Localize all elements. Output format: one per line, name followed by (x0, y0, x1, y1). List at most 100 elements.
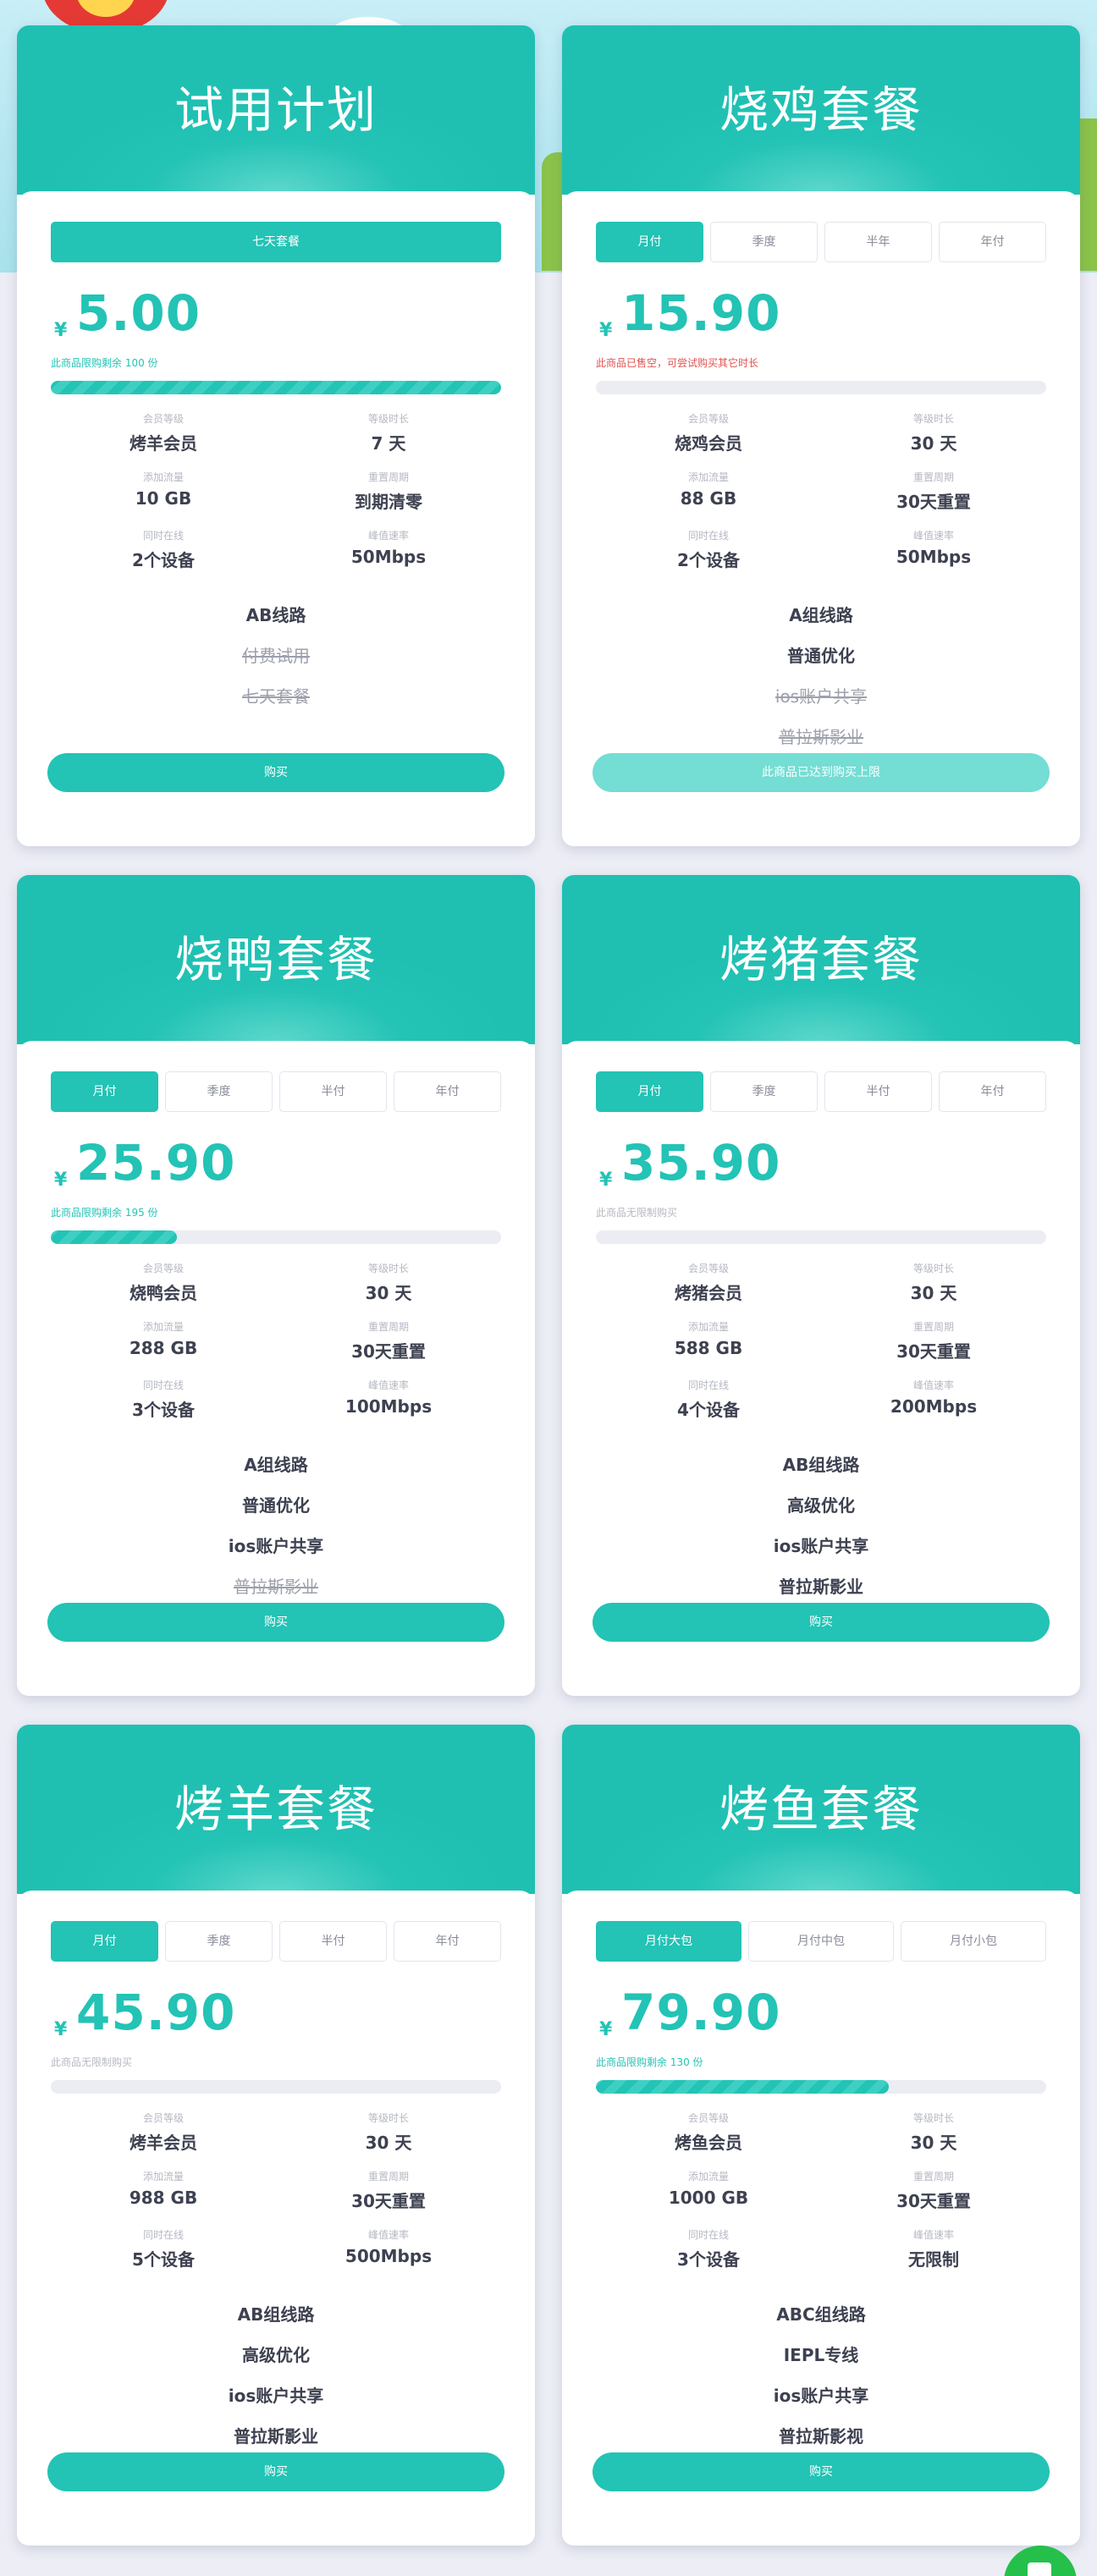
period-tab[interactable]: 月付小包 (901, 1921, 1046, 1962)
spec-value: 2个设备 (132, 550, 195, 570)
period-tab[interactable]: 月付 (596, 222, 703, 262)
feature-list: AB组线路 高级优化 ios账户共享 普拉斯影业 (596, 1445, 1046, 1607)
price-row: ¥25.90 (51, 1134, 501, 1193)
stock-note: 此商品已售空，可尝试购买其它时长 (596, 357, 759, 369)
spec-item: 添加流量 1000 GB (596, 2169, 821, 2212)
feature-item: 普拉斯影业 (234, 1577, 318, 1597)
card-header: 烧鸡套餐 (562, 25, 1080, 195)
card-header: 烤鱼套餐 (562, 1725, 1080, 1894)
spec-label: 会员等级 (687, 413, 729, 425)
period-tab[interactable]: 季度 (710, 1071, 818, 1112)
feature-item: ios账户共享 (775, 686, 868, 707)
spec-label: 峰值速率 (912, 1379, 954, 1391)
feature-list: ABC组线路 IEPL专线 ios账户共享 普拉斯影视 (596, 2294, 1046, 2457)
period-tab[interactable]: 半付 (824, 1071, 932, 1112)
currency-symbol: ¥ (54, 2019, 68, 2040)
period-tab[interactable]: 半付 (279, 1921, 387, 1962)
card-body: 月付大包 月付中包 月付小包 ¥79.90 此商品限购剩余 130 份会员等级 烤鱼会员等… (562, 1891, 1080, 2546)
spec-item: 重置周期 30天重置 (821, 470, 1046, 513)
card-body: 七天套餐 ¥5.00 此商品限购剩余 100 份会员等级 烤羊会员 等级时长 7 天添加流… (17, 191, 535, 846)
spec-label: 等级时长 (367, 2112, 409, 2124)
buy-button[interactable]: 购买 (593, 1603, 1050, 1642)
feature-item: 普拉斯影业 (234, 2426, 318, 2447)
chat-bubble-icon[interactable] (1004, 2546, 1077, 2576)
spec-item: 峰值速率 100Mbps (276, 1378, 501, 1421)
buy-button[interactable]: 购买 (47, 1603, 504, 1642)
spec-value: 5个设备 (132, 2249, 195, 2270)
period-tab[interactable]: 半年 (824, 222, 932, 262)
price-value: 45.90 (76, 1984, 236, 2041)
period-tabs: 月付大包 月付中包 月付小包 (596, 1921, 1046, 1962)
buy-button[interactable]: 购买 (47, 753, 504, 792)
period-tab[interactable]: 月付中包 (748, 1921, 894, 1962)
spec-value: 1000 GB (668, 2188, 749, 2208)
feature-item: AB组线路 (237, 2304, 315, 2325)
buy-button[interactable]: 购买 (47, 2452, 504, 2491)
period-tab[interactable]: 年付 (939, 1071, 1046, 1112)
period-tab[interactable]: 季度 (165, 1071, 273, 1112)
spec-label: 重置周期 (912, 471, 954, 483)
spec-item: 会员等级 烧鸡会员 (596, 411, 821, 454)
feature-item: ios账户共享 (228, 2386, 324, 2406)
feature-item: 普通优化 (787, 646, 855, 666)
spec-label: 会员等级 (142, 2112, 184, 2124)
spec-label: 峰值速率 (912, 530, 954, 542)
spec-item: 同时在线 2个设备 (596, 528, 821, 571)
spec-item: 峰值速率 200Mbps (821, 1378, 1046, 1421)
period-tab[interactable]: 月付 (596, 1071, 703, 1112)
spec-value: 100Mbps (345, 1396, 433, 1417)
feature-item: ios账户共享 (773, 1536, 869, 1556)
spec-item: 同时在线 2个设备 (51, 528, 276, 571)
buy-button[interactable]: 购买 (593, 2452, 1050, 2491)
card-body: 月付 季度 半付 年付 ¥25.90 此商品限购剩余 195 份会员等级 烧鸭会员 等级时长 3… (17, 1041, 535, 1696)
feature-item: A组线路 (244, 1455, 308, 1475)
spec-item: 等级时长 30 天 (821, 2111, 1046, 2154)
stock-note: 此商品限购剩余 195 份 (51, 1207, 158, 1219)
spec-label: 同时在线 (687, 2229, 729, 2241)
spec-label: 重置周期 (912, 1321, 954, 1333)
buy-button[interactable]: 此商品已达到购买上限 (593, 753, 1050, 792)
period-tab[interactable]: 年付 (394, 1071, 501, 1112)
spec-value: 30 天 (365, 2133, 412, 2153)
period-tab[interactable]: 季度 (165, 1921, 273, 1962)
spec-grid: 会员等级 烤鱼会员 等级时长 30 天添加流量 1000 GB 重置周期 30天重置 同时在线… (596, 2111, 1046, 2271)
period-tab[interactable]: 月付 (51, 1071, 158, 1112)
spec-value: 30天重置 (351, 1341, 426, 1362)
price-row: ¥15.90 (596, 284, 1046, 344)
feature-item: 普拉斯影视 (779, 2426, 863, 2447)
stock-progress-fill (51, 1230, 177, 1244)
period-tab[interactable]: 半付 (279, 1071, 387, 1112)
spec-item: 会员等级 烤羊会员 (51, 411, 276, 454)
spec-label: 同时在线 (687, 530, 729, 542)
spec-item: 等级时长 30 天 (276, 2111, 501, 2154)
period-tab[interactable]: 年付 (394, 1921, 501, 1962)
period-tab[interactable]: 月付 (51, 1921, 158, 1962)
stock-progress-bar (596, 381, 1046, 394)
spec-item: 同时在线 3个设备 (596, 2227, 821, 2271)
spec-label: 等级时长 (912, 2112, 954, 2124)
stock-note: 此商品限购剩余 100 份 (51, 357, 158, 369)
spec-grid: 会员等级 烤猪会员 等级时长 30 天添加流量 588 GB 重置周期 30天重置 同时在线 4… (596, 1261, 1046, 1421)
period-tab[interactable]: 七天套餐 (51, 222, 501, 262)
spec-label: 会员等级 (142, 1263, 184, 1274)
feature-item: ABC组线路 (776, 2304, 866, 2325)
spec-grid: 会员等级 烤羊会员 等级时长 30 天添加流量 988 GB 重置周期 30天重置 同时在线 5… (51, 2111, 501, 2271)
spec-value: 50Mbps (350, 547, 427, 567)
card-header: 烤猪套餐 (562, 875, 1080, 1044)
currency-symbol: ¥ (599, 320, 613, 341)
spec-item: 添加流量 288 GB (51, 1319, 276, 1362)
period-tab[interactable]: 年付 (939, 222, 1046, 262)
period-tabs: 月付 季度 半年 年付 (596, 222, 1046, 262)
price-value: 35.90 (621, 1134, 781, 1192)
stock-progress-bar (596, 2080, 1046, 2094)
feature-item: 七天套餐 (242, 686, 310, 707)
spec-value: 30天重置 (351, 2191, 426, 2211)
spec-item: 添加流量 988 GB (51, 2169, 276, 2212)
price-value: 25.90 (76, 1134, 236, 1192)
price-value: 5.00 (76, 284, 201, 342)
spec-value: 烧鸭会员 (130, 1283, 197, 1303)
period-tab[interactable]: 月付大包 (596, 1921, 741, 1962)
spec-item: 峰值速率 无限制 (821, 2227, 1046, 2271)
period-tab[interactable]: 季度 (710, 222, 818, 262)
plan-card: 烧鸡套餐月付 季度 半年 年付 ¥15.90 此商品已售空，可尝试购买其它时长会员等级 烧鸡… (562, 25, 1080, 846)
